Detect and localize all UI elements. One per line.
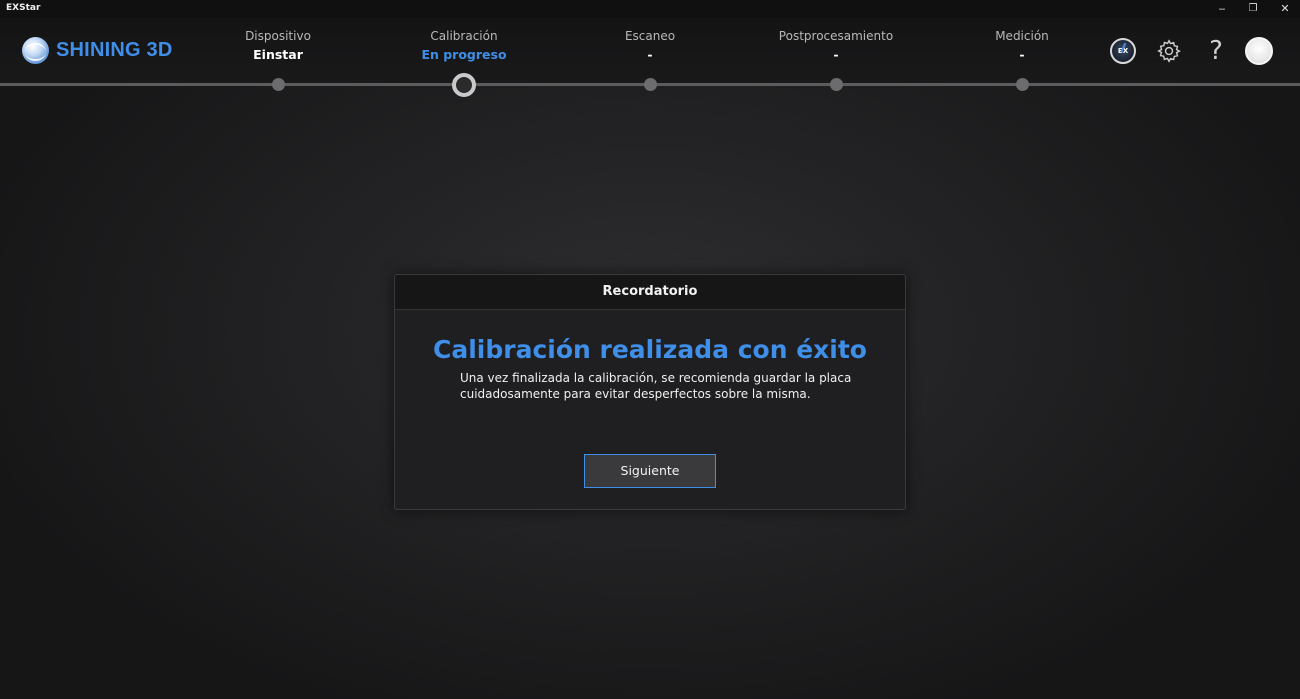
step-dot-postprocesamiento[interactable] xyxy=(829,78,843,91)
logo-text: SHINING 3D xyxy=(56,38,173,61)
reminder-dialog: Recordatorio Calibración realizada con é… xyxy=(394,274,906,510)
step-value: - xyxy=(833,47,839,62)
next-button[interactable]: Siguiente xyxy=(584,454,716,488)
settings-button[interactable] xyxy=(1155,37,1183,65)
dialog-title: Calibración realizada con éxito xyxy=(433,335,867,364)
dialog-message: Una vez finalizada la calibración, se re… xyxy=(460,371,852,401)
avatar xyxy=(1245,37,1273,65)
globe-logo-icon xyxy=(22,36,49,64)
step-value: En progreso xyxy=(421,47,507,62)
step-title: Calibración xyxy=(430,29,498,43)
help-button[interactable]: ? xyxy=(1202,37,1230,65)
step-value: - xyxy=(1019,47,1025,62)
step-dot-dispositivo[interactable] xyxy=(271,78,285,91)
step-title: Postprocesamiento xyxy=(778,29,894,43)
step-dot-escaneo[interactable] xyxy=(643,78,657,91)
step-title: Escaneo xyxy=(624,29,676,43)
shining3d-logo: SHINING 3D xyxy=(22,36,173,64)
app-title: EXStar xyxy=(6,3,41,13)
dialog-header: Recordatorio xyxy=(395,275,905,310)
ex-model-icon: EX xyxy=(1110,38,1136,64)
step-title: Dispositivo xyxy=(245,29,311,43)
close-button[interactable]: ✕ xyxy=(1274,1,1296,17)
step-value: Einstar xyxy=(253,47,303,62)
minimize-button[interactable]: ‒ xyxy=(1211,1,1233,17)
step-escaneo[interactable]: Escaneo - xyxy=(570,29,730,64)
help-icon: ? xyxy=(1209,36,1223,66)
app-window: EXStar ‒ ❐ ✕ SHINING 3D Dispositivo Eins… xyxy=(0,0,1300,699)
step-dot-medicion[interactable] xyxy=(1015,78,1029,91)
step-value: - xyxy=(647,47,653,62)
step-dispositivo[interactable]: Dispositivo Einstar xyxy=(198,29,358,64)
step-dot-calibracion[interactable] xyxy=(452,73,476,97)
title-bar: EXStar ‒ ❐ ✕ xyxy=(0,0,1300,18)
user-account-button[interactable] xyxy=(1245,37,1273,65)
step-calibracion[interactable]: Calibración En progreso xyxy=(384,29,544,64)
ex-model-button[interactable]: EX xyxy=(1109,37,1137,65)
restore-button[interactable]: ❐ xyxy=(1242,1,1264,17)
gear-icon xyxy=(1157,39,1181,63)
step-medicion[interactable]: Medición - xyxy=(942,29,1102,64)
step-postprocesamiento[interactable]: Postprocesamiento - xyxy=(756,29,916,64)
step-title: Medición xyxy=(995,29,1049,43)
